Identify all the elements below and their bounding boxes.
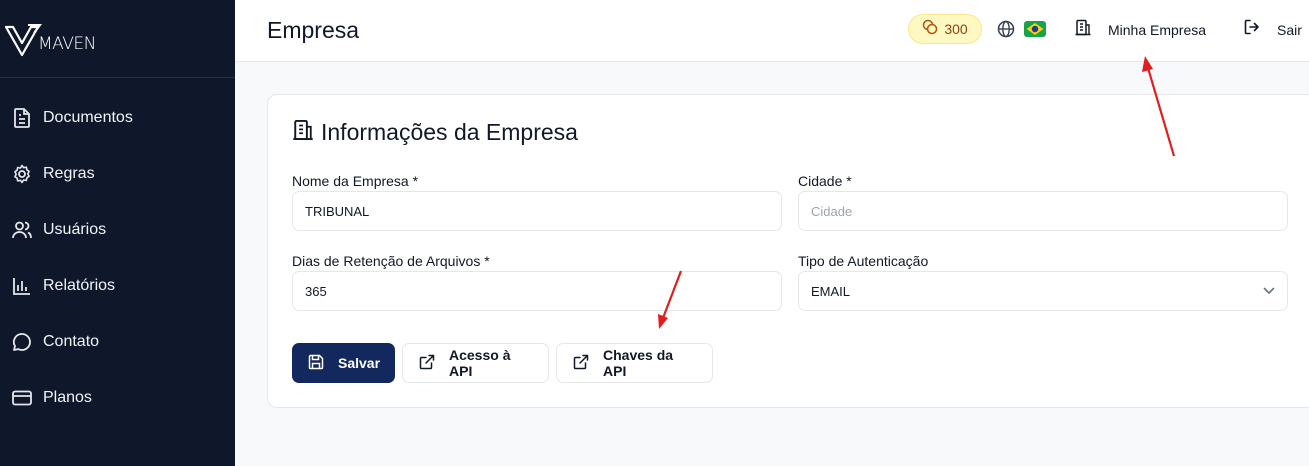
save-icon — [308, 354, 324, 373]
credits-value: 300 — [944, 21, 968, 37]
sidebar-item-regras[interactable]: Regras — [0, 146, 235, 202]
building-icon — [1075, 19, 1091, 41]
logout-icon — [1244, 19, 1260, 40]
top-header: Empresa 300 Minha Empresa Sair — [235, 0, 1309, 62]
chat-bubble-icon — [12, 332, 32, 352]
credits-badge[interactable]: 300 — [908, 14, 982, 44]
sidebar-item-label: Planos — [43, 389, 92, 406]
api-access-label: Acesso à API — [449, 347, 511, 379]
company-name-label: Nome da Empresa * — [292, 173, 419, 189]
logout-label: Sair — [1277, 21, 1302, 38]
logo-text: MAVEN — [38, 33, 96, 54]
credit-card-icon — [12, 388, 32, 408]
sidebar-item-documentos[interactable]: Documentos — [0, 90, 235, 146]
building-icon — [292, 119, 314, 146]
sidebar: MAVEN Documentos Regras Usuários Relatór… — [0, 0, 235, 466]
sidebar-nav: Documentos Regras Usuários Relatórios Co… — [0, 78, 235, 426]
retention-label: Dias de Retenção de Arquivos * — [292, 253, 490, 269]
sidebar-item-label: Relatórios — [43, 277, 116, 294]
city-label: Cidade * — [798, 173, 852, 189]
sidebar-item-label: Documentos — [43, 109, 133, 126]
company-name-input[interactable] — [292, 191, 782, 231]
sidebar-item-contato[interactable]: Contato — [0, 314, 235, 370]
sidebar-item-label: Usuários — [43, 221, 107, 238]
auth-type-label: Tipo de Autenticação — [798, 253, 929, 269]
company-menu[interactable]: Minha Empresa — [1075, 19, 1206, 41]
retention-input[interactable] — [292, 271, 782, 311]
sidebar-item-relatorios[interactable]: Relatórios — [0, 258, 235, 314]
gear-icon — [12, 164, 32, 184]
page-title: Empresa — [267, 17, 360, 43]
sidebar-item-label: Regras — [43, 165, 95, 182]
coins-icon — [922, 19, 938, 40]
sidebar-item-label: Contato — [43, 333, 100, 350]
company-info-card: Informações da Empresa Nome da Empresa *… — [267, 94, 1309, 408]
logo[interactable]: MAVEN — [0, 0, 235, 78]
bar-chart-icon — [12, 276, 32, 296]
api-keys-button[interactable]: Chaves da API — [556, 343, 713, 383]
maven-logo-icon — [4, 23, 42, 56]
api-access-button[interactable]: Acesso à API — [402, 343, 549, 383]
external-link-icon — [419, 354, 435, 373]
globe-icon[interactable] — [997, 20, 1015, 43]
brazil-flag-icon[interactable] — [1024, 21, 1046, 42]
logout-button[interactable]: Sair — [1244, 19, 1302, 40]
auth-type-value: EMAIL — [811, 283, 851, 299]
city-input[interactable] — [798, 191, 1288, 231]
save-button[interactable]: Salvar — [292, 343, 395, 383]
api-keys-label: Chaves da API — [603, 347, 674, 379]
company-label: Minha Empresa — [1108, 22, 1207, 38]
sidebar-item-usuarios[interactable]: Usuários — [0, 202, 235, 258]
document-icon — [12, 108, 32, 128]
users-icon — [12, 220, 32, 240]
chevron-down-icon — [1263, 282, 1275, 300]
sidebar-item-planos[interactable]: Planos — [0, 370, 235, 426]
save-label: Salvar — [338, 355, 381, 371]
card-title: Informações da Empresa — [292, 119, 578, 146]
card-title-text: Informações da Empresa — [321, 119, 578, 145]
auth-type-select[interactable]: EMAIL — [798, 271, 1288, 311]
external-link-icon — [573, 354, 589, 373]
